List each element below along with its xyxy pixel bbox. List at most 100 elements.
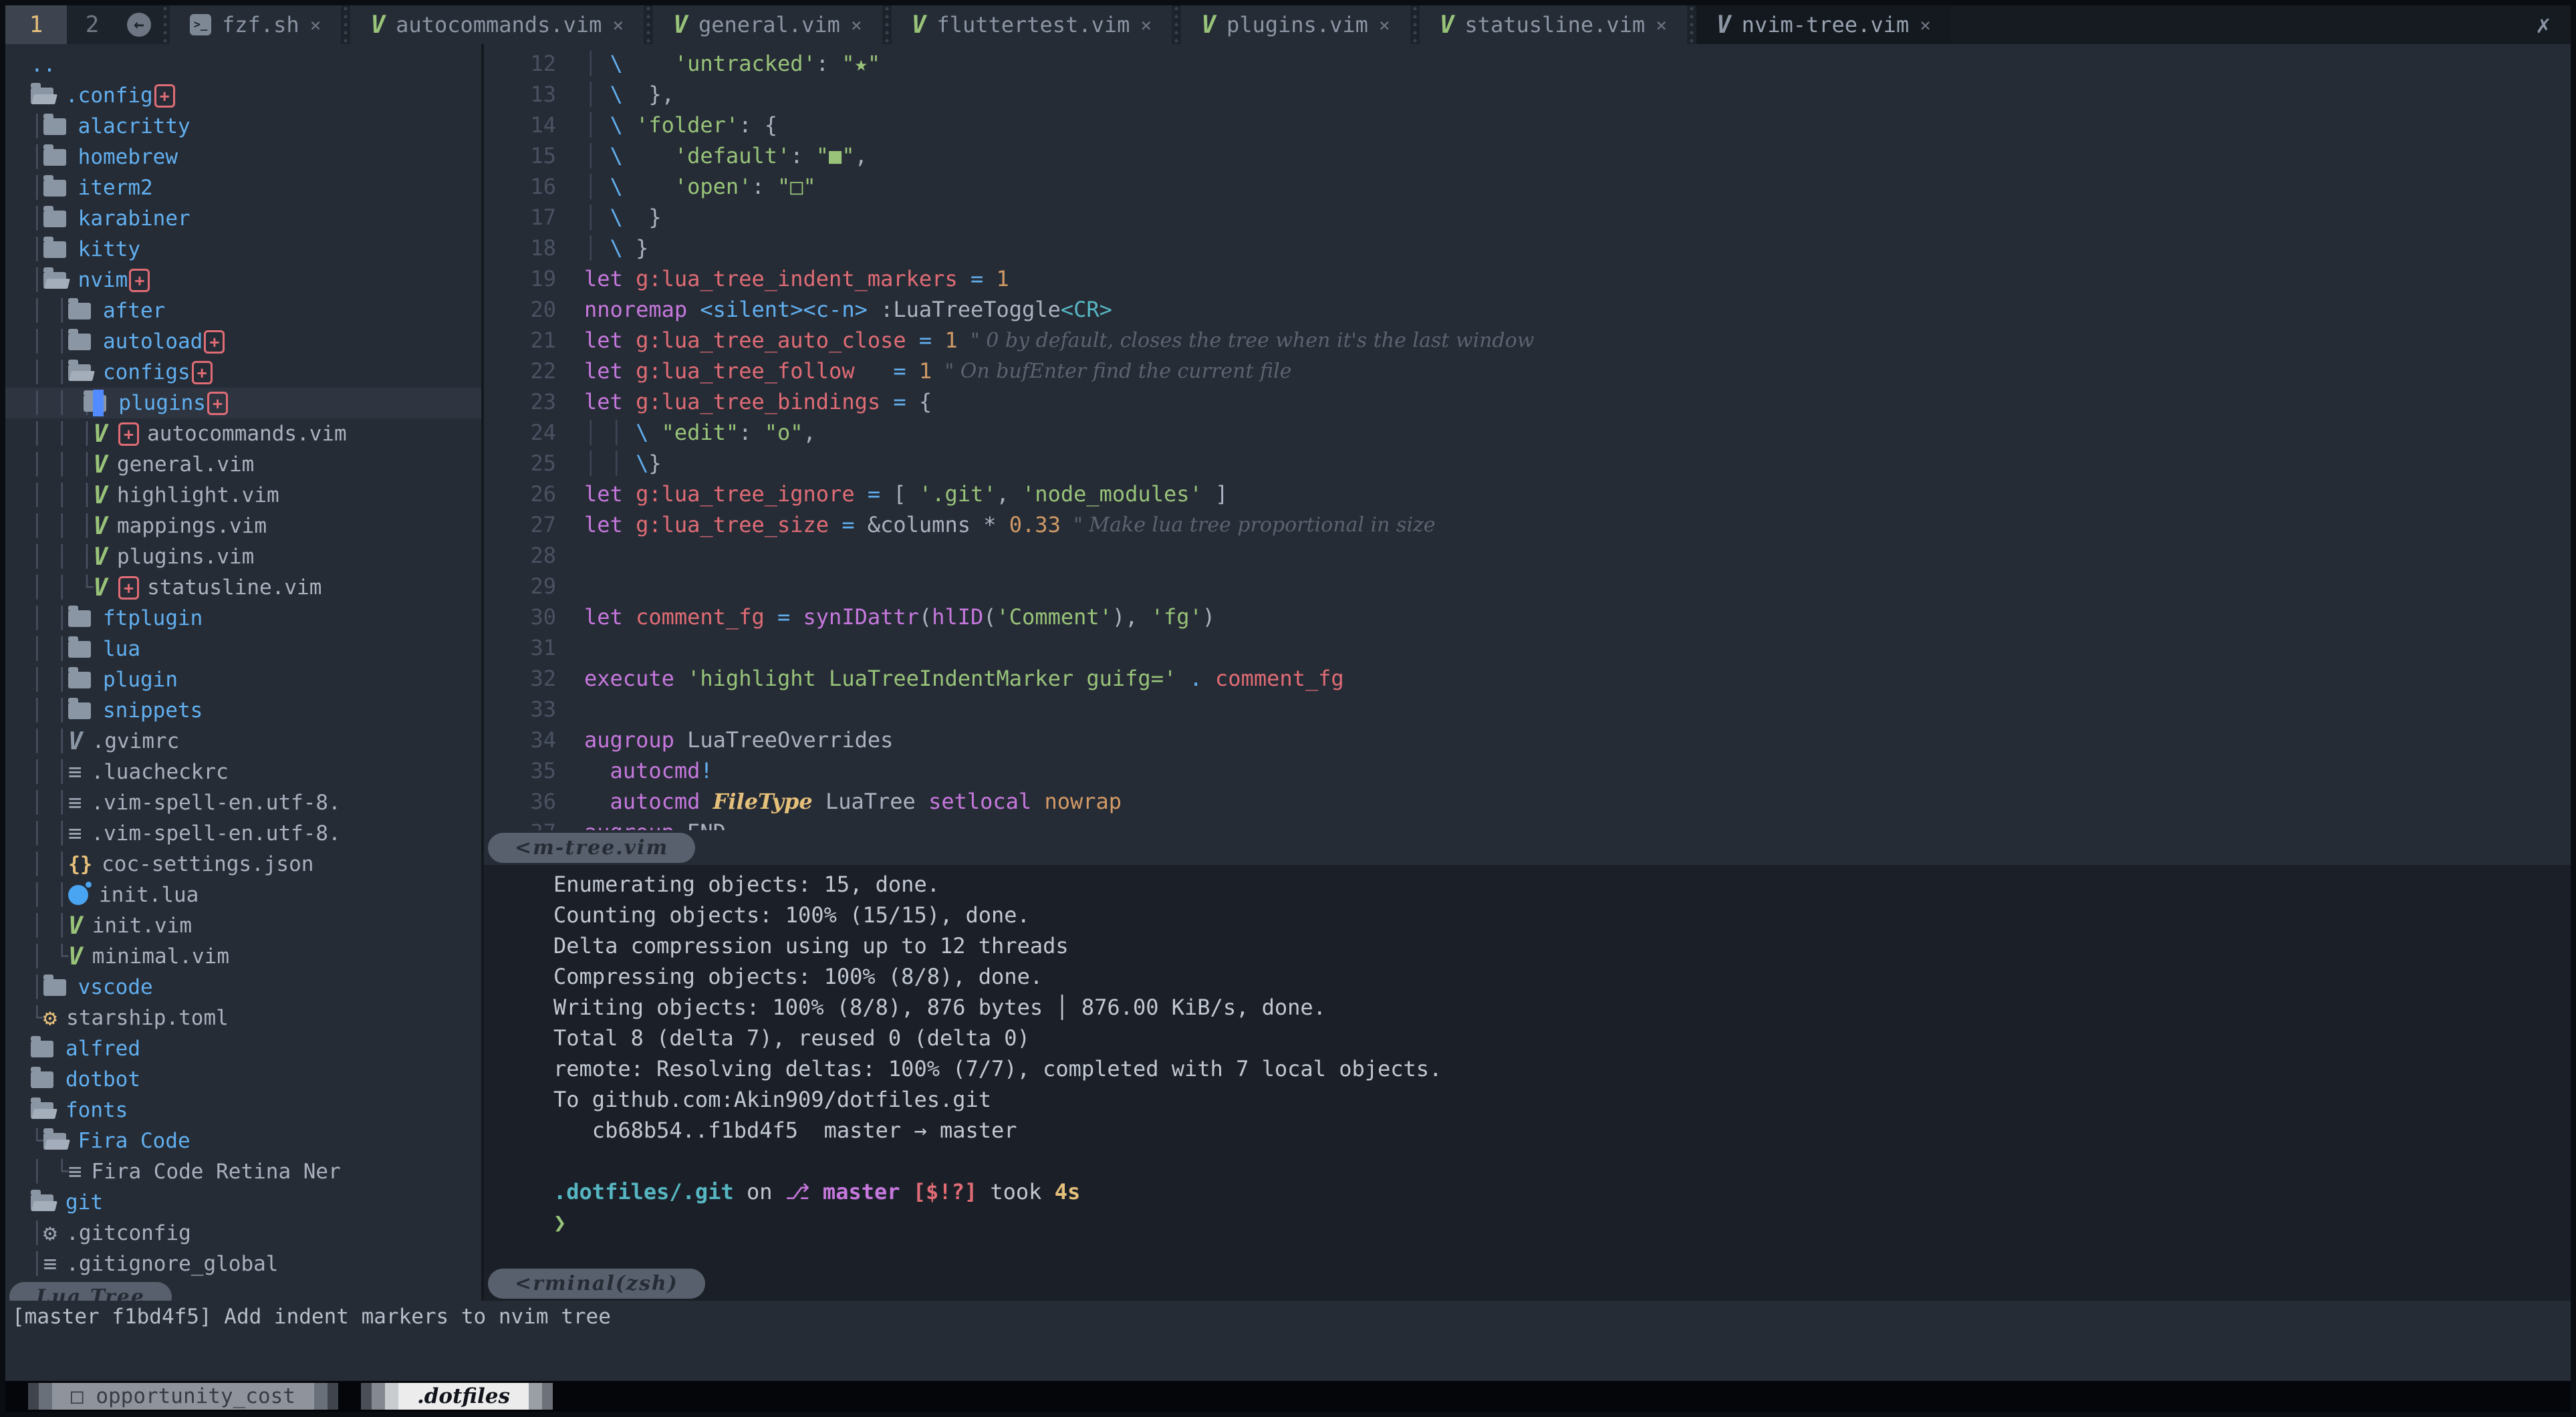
shell-prompt-line: .dotfiles/.git on ⎇ master [$!?] took 4s xyxy=(553,1176,2571,1207)
line-number: 28 xyxy=(484,543,584,568)
tree-item-dotbot[interactable]: dotbot xyxy=(5,1064,481,1095)
nav-arrow-circle-icon[interactable]: ← xyxy=(127,13,151,37)
close-buffer-icon[interactable]: × xyxy=(1140,14,1152,36)
tree-item-plugins[interactable]: │ │ │ plugins+ xyxy=(5,388,481,418)
code-line: 31 xyxy=(484,632,2571,663)
tree-item-statusline.vim[interactable]: │ │ └ V+statusline.vim xyxy=(5,572,481,603)
tree-item-..[interactable]: .. xyxy=(5,49,481,80)
tree-item-Fira Code Retina Ner[interactable]: │ └ ≡Fira Code Retina Ner xyxy=(5,1156,481,1187)
tree-item-.config[interactable]: .config+ xyxy=(5,80,481,111)
tree-statusline: Lua Tree xyxy=(5,1279,481,1301)
tree-item-alfred[interactable]: alfred xyxy=(5,1033,481,1064)
buffer-tab-plugins.vim[interactable]: Vplugins.vim× xyxy=(1181,5,1410,44)
code-token: } xyxy=(648,450,661,476)
tree-item-fonts[interactable]: fonts xyxy=(5,1095,481,1126)
tab-page-1[interactable]: 1 xyxy=(5,5,67,44)
tree-item-kitty[interactable]: │ kitty xyxy=(5,234,481,265)
tree-item-git[interactable]: git xyxy=(5,1187,481,1218)
line-number: 14 xyxy=(484,112,584,138)
code-token: " On bufEnter find the current file xyxy=(944,360,1291,383)
tree-item-Fira Code[interactable]: └ Fira Code xyxy=(5,1126,481,1156)
folder-icon xyxy=(68,334,91,350)
code-token: \ xyxy=(610,205,623,230)
line-number: 19 xyxy=(484,266,584,291)
close-buffer-icon[interactable]: × xyxy=(851,14,862,36)
tree-item-plugin[interactable]: │ │ plugin xyxy=(5,664,481,695)
tree-item-mappings.vim[interactable]: │ │ │ Vmappings.vim xyxy=(5,511,481,541)
code-token xyxy=(958,266,971,291)
tree-item-configs[interactable]: │ │ configs+ xyxy=(5,357,481,388)
tree-item-label: after xyxy=(103,299,165,323)
close-buffer-icon[interactable]: × xyxy=(1920,14,1931,36)
tree-item-minimal.vim[interactable]: │ └ Vminimal.vim xyxy=(5,941,481,972)
tree-item-label: fonts xyxy=(66,1098,128,1122)
tab-separator xyxy=(1172,5,1181,44)
nvim-app: 1 2 ← >_fzf.sh×Vautocommands.vim×Vgenera… xyxy=(5,5,2571,1412)
tree-item-iterm2[interactable]: │ iterm2 xyxy=(5,172,481,203)
tree-item-after[interactable]: │ │ after xyxy=(5,295,481,326)
buffer-tab-label: fluttertest.vim xyxy=(936,12,1130,37)
buffer-tab-fzf.sh[interactable]: >_fzf.sh× xyxy=(170,5,341,44)
buffer-tab-general.vim[interactable]: Vgeneral.vim× xyxy=(653,5,882,44)
tree-item-.gvimrc[interactable]: │ │ V.gvimrc xyxy=(5,726,481,757)
close-buffer-icon[interactable]: × xyxy=(1656,14,1667,36)
code-token: ), xyxy=(1112,604,1151,630)
editor-buffer[interactable]: 12│ \ 'untracked': "★"13│ \ },14│ \ 'fol… xyxy=(484,44,2571,830)
indent-guides: └ xyxy=(31,1129,43,1153)
buffer-tab-nvim-tree.vim[interactable]: Vnvim-tree.vim× xyxy=(1696,5,1951,44)
buffer-tab-statusline.vim[interactable]: Vstatusline.vim× xyxy=(1420,5,1687,44)
tree-item-lua[interactable]: │ │ lua xyxy=(5,634,481,664)
indent-guides: │ │ xyxy=(31,914,68,938)
terminal-line: To github.com:Akin909/dotfiles.git xyxy=(553,1084,2571,1115)
prompt-token: master xyxy=(823,1179,900,1204)
vim-icon: V xyxy=(1201,11,1216,39)
code-line: 22let g:lua_tree_follow = 1 " On bufEnte… xyxy=(484,356,2571,386)
close-buffer-icon[interactable]: × xyxy=(1379,14,1390,36)
buffer-tab-fluttertest.vim[interactable]: Vfluttertest.vim× xyxy=(892,5,1172,44)
tmux-window-inactive[interactable]: □ opportunity_cost xyxy=(28,1383,338,1410)
tree-item-autoload[interactable]: │ │ autoload+ xyxy=(5,326,481,357)
tree-item-label: ftplugin xyxy=(103,606,203,630)
code-token xyxy=(648,420,661,445)
tree-item-.luacheckrc[interactable]: │ │ ≡.luacheckrc xyxy=(5,757,481,787)
tree-item-.gitignore_global[interactable]: │ ≡.gitignore_global xyxy=(5,1249,481,1279)
code-line: 27let g:lua_tree_size = &columns * 0.33 … xyxy=(484,509,2571,540)
close-all-icon[interactable]: ✗ xyxy=(2536,11,2571,39)
powerline-stripe xyxy=(542,1383,553,1410)
main-split: ...config+│ alacritty│ homebrew│ iterm2│… xyxy=(5,44,2571,1301)
tree-item-label: autoload xyxy=(103,330,203,354)
tree-item-init.lua[interactable]: │ │ init.lua xyxy=(5,880,481,910)
terminal-icon: >_ xyxy=(190,14,211,35)
prompt-char[interactable]: ❯ xyxy=(553,1207,2571,1238)
tree-item-snippets[interactable]: │ │ snippets xyxy=(5,695,481,726)
close-buffer-icon[interactable]: × xyxy=(310,14,321,36)
tree-item-nvim[interactable]: │ nvim+ xyxy=(5,265,481,295)
tree-item-init.vim[interactable]: │ │ Vinit.vim xyxy=(5,910,481,941)
tree-item-general.vim[interactable]: │ │ │ Vgeneral.vim xyxy=(5,449,481,480)
tree-item-homebrew[interactable]: │ homebrew xyxy=(5,142,481,172)
code-token: │ xyxy=(584,82,610,107)
vim-file-icon: V xyxy=(93,543,108,571)
tree-item-starship.toml[interactable]: └ ⚙starship.toml xyxy=(5,1003,481,1033)
buffer-tab-autocommands.vim[interactable]: Vautocommands.vim× xyxy=(350,5,644,44)
line-number: 13 xyxy=(484,82,584,107)
tree-item-.vim-spell-en.utf-8.[interactable]: │ │ ≡.vim-spell-en.utf-8. xyxy=(5,787,481,818)
tree-item-vscode[interactable]: │ vscode xyxy=(5,972,481,1003)
tree-item-.vim-spell-en.utf-8.[interactable]: │ │ ≡.vim-spell-en.utf-8. xyxy=(5,818,481,849)
code-token: LuaTreeOverrides xyxy=(674,727,894,753)
tree-item-plugins.vim[interactable]: │ │ │ Vplugins.vim xyxy=(5,541,481,572)
tree-item-karabiner[interactable]: │ karabiner xyxy=(5,203,481,234)
tree-item-ftplugin[interactable]: │ │ ftplugin xyxy=(5,603,481,634)
tree-item-label: minimal.vim xyxy=(92,944,229,969)
tree-item-autocommands.vim[interactable]: │ │ │ V+autocommands.vim xyxy=(5,418,481,449)
line-number: 36 xyxy=(484,789,584,814)
tree-item-alacritty[interactable]: │ alacritty xyxy=(5,111,481,142)
terminal-pane[interactable]: Enumerating objects: 15, done.Counting o… xyxy=(484,865,2571,1266)
tab-page-2[interactable]: 2 xyxy=(67,5,118,44)
tree-item-highlight.vim[interactable]: │ │ │ Vhighlight.vim xyxy=(5,480,481,511)
close-buffer-icon[interactable]: × xyxy=(612,14,624,36)
tree-item-.gitconfig[interactable]: │ ⚙.gitconfig xyxy=(5,1218,481,1249)
tree-item-coc-settings.json[interactable]: │ │ {}coc-settings.json xyxy=(5,849,481,880)
tree-item-label: configs xyxy=(103,360,190,384)
tmux-window-active[interactable]: .dotfiles xyxy=(361,1383,553,1410)
